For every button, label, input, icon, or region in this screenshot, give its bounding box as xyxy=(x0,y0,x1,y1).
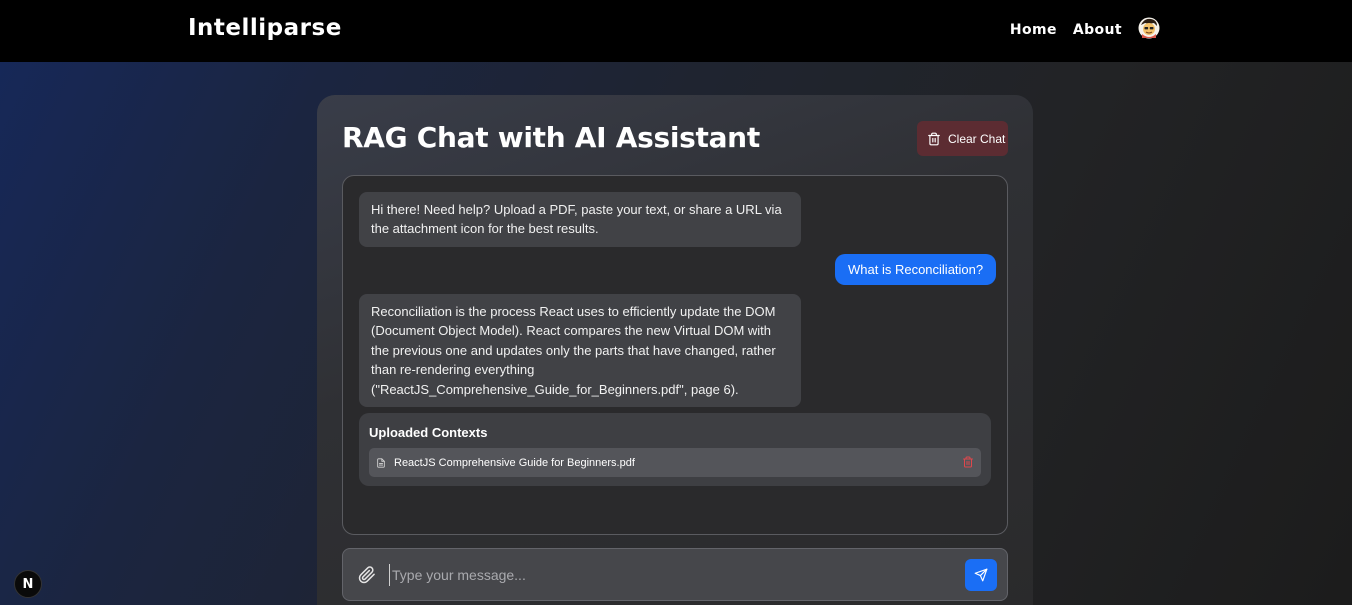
trash-icon xyxy=(928,132,940,145)
uploaded-contexts-title: Uploaded Contexts xyxy=(369,425,488,440)
uploaded-contexts-panel: Uploaded Contexts ReactJS Comprehensive … xyxy=(359,413,991,486)
assistant-message: Reconciliation is the process React uses… xyxy=(359,294,801,408)
nav-links: Home About xyxy=(1010,17,1160,42)
brand-logo-text[interactable]: Intelliparse xyxy=(188,15,342,41)
clear-chat-button[interactable]: Clear Chat xyxy=(917,121,1008,156)
user-avatar-icon[interactable] xyxy=(1138,17,1160,39)
assistant-message: Hi there! Need help? Upload a PDF, paste… xyxy=(359,192,801,247)
context-file-item[interactable]: ReactJS Comprehensive Guide for Beginner… xyxy=(369,448,981,477)
message-input-bar xyxy=(342,548,1008,601)
user-message: What is Reconciliation? xyxy=(835,254,997,286)
top-navbar: Intelliparse Home About xyxy=(0,0,1352,62)
context-file-name: ReactJS Comprehensive Guide for Beginner… xyxy=(394,456,635,469)
nextjs-dev-badge[interactable]: N xyxy=(14,570,42,598)
chat-card: RAG Chat with AI Assistant Clear Chat Hi… xyxy=(317,95,1033,605)
chat-messages-area[interactable]: Hi there! Need help? Upload a PDF, paste… xyxy=(342,175,1008,535)
send-button[interactable] xyxy=(965,559,997,591)
nav-link-home[interactable]: Home xyxy=(1010,18,1057,42)
page-title: RAG Chat with AI Assistant xyxy=(342,121,760,154)
delete-context-icon[interactable] xyxy=(962,456,974,468)
message-input[interactable] xyxy=(389,564,949,586)
file-icon xyxy=(377,457,385,468)
send-icon xyxy=(974,568,988,582)
clear-chat-label: Clear Chat xyxy=(948,131,1006,146)
paperclip-icon[interactable] xyxy=(358,566,376,584)
nav-link-about[interactable]: About xyxy=(1073,18,1122,42)
